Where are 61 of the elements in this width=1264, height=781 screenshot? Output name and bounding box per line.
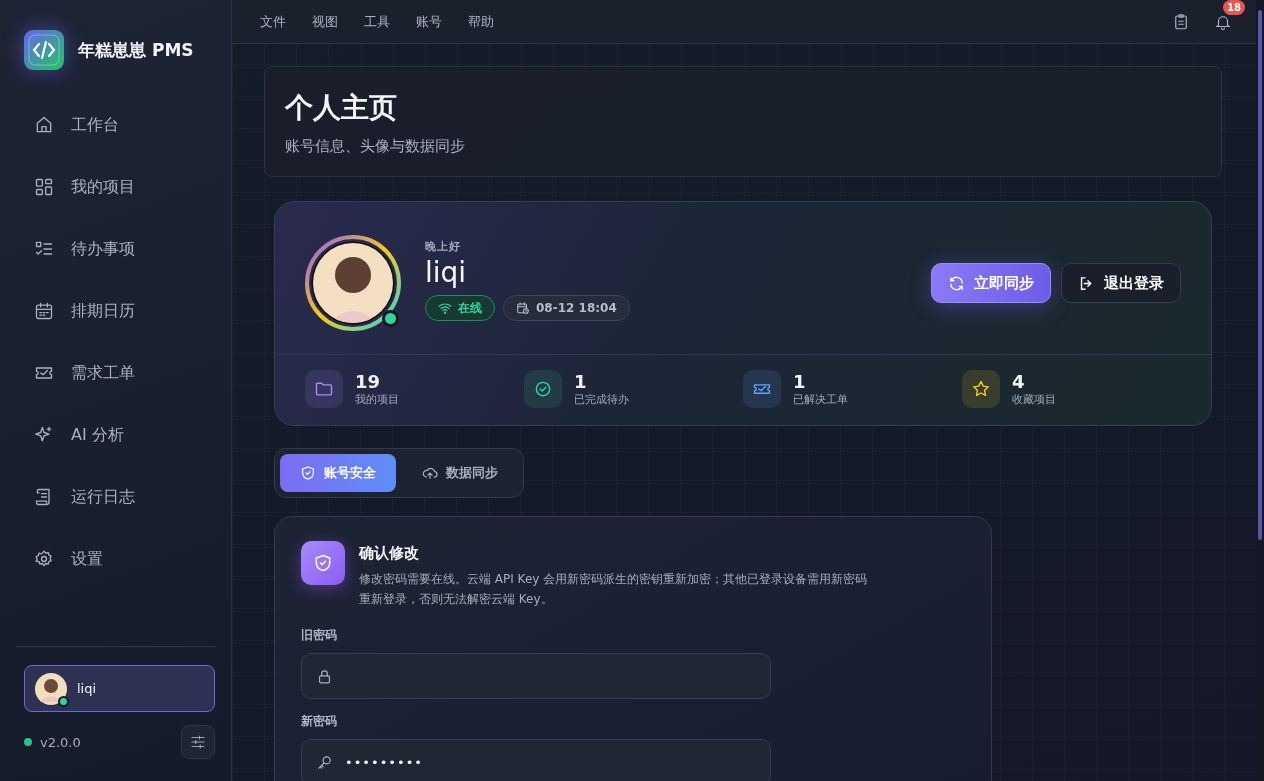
form-title: 确认修改 [359, 544, 420, 563]
logout-button[interactable]: 退出登录 [1061, 263, 1181, 303]
sidebar-item[interactable]: 我的项目 [12, 167, 219, 207]
gear-icon [34, 549, 54, 569]
cloud-upload-icon [422, 465, 438, 481]
status-chip: 在线 [425, 295, 495, 321]
form-description: 修改密码需要在线。云端 API Key 会用新密码派生的密钥重新加密；其他已登录设备需用新密码重新登录，否则无法解密云端 Key。 [359, 571, 869, 608]
tab[interactable]: 账号安全 [280, 454, 396, 492]
settings-button[interactable] [181, 725, 215, 759]
stat-value: 19 [355, 371, 382, 392]
key-icon [316, 753, 333, 771]
shield-icon [300, 465, 316, 481]
page-title: 个人主页 [285, 90, 398, 126]
wifi-icon [438, 301, 452, 315]
stat-label: 收藏项目 [1012, 392, 1056, 407]
user-name: liqi [425, 256, 468, 289]
grid-icon [34, 177, 54, 197]
version-label: v2.0.0 [40, 734, 81, 750]
sidebar-item[interactable]: 运行日志 [12, 477, 219, 517]
lock-icon [316, 667, 333, 685]
menu-item[interactable]: 工具 [364, 12, 390, 31]
clipboard-icon[interactable] [1172, 12, 1190, 31]
user-card[interactable]: liqi [24, 665, 215, 712]
sidebar-item[interactable]: AI 分析 [12, 415, 219, 455]
field-label: 新密码 [301, 713, 338, 730]
menu-item[interactable]: 文件 [260, 12, 286, 31]
menu-item[interactable]: 视图 [312, 12, 338, 31]
password-field[interactable]: ••••••••• [301, 739, 771, 781]
greeting: 晚上好 [425, 239, 462, 254]
shield-icon [301, 541, 345, 585]
page-subtitle: 账号信息、头像与数据同步 [285, 137, 466, 156]
password-field[interactable] [301, 653, 771, 699]
field-label: 旧密码 [301, 627, 338, 644]
scrollbar[interactable] [1256, 0, 1264, 781]
code-logo-icon [24, 30, 64, 70]
app-name: 年糕崽崽 PMS [78, 38, 194, 62]
sidebar-item[interactable]: 工作台 [12, 105, 219, 145]
time-chip: 08-12 18:04 [503, 295, 630, 321]
sidebar-item[interactable]: 需求工单 [12, 353, 219, 393]
stat-label: 已完成待办 [574, 392, 629, 407]
stat-value: 1 [574, 371, 588, 392]
menu-item[interactable]: 账号 [416, 12, 442, 31]
notification-count: 18 [1223, 0, 1245, 15]
refresh-icon [948, 274, 965, 292]
user-name: liqi [77, 681, 97, 696]
sync-button[interactable]: 立即同步 [931, 263, 1051, 303]
sliders-icon [189, 733, 207, 751]
stat-label: 已解决工单 [793, 392, 848, 407]
stat-value: 4 [1012, 371, 1026, 392]
stat-value: 1 [793, 371, 807, 392]
logout-icon [1078, 274, 1095, 292]
calendar-clock-icon [516, 301, 530, 315]
tab[interactable]: 数据同步 [402, 454, 518, 492]
menu-item[interactable]: 帮助 [468, 12, 494, 31]
sidebar-item[interactable]: 排期日历 [12, 291, 219, 331]
home-icon [34, 115, 54, 135]
sidebar-item[interactable]: 待办事项 [12, 229, 219, 269]
avatar [35, 672, 67, 705]
stat-label: 我的项目 [355, 392, 399, 407]
sidebar-item[interactable]: 设置 [12, 539, 219, 579]
calendar-icon [34, 301, 54, 321]
